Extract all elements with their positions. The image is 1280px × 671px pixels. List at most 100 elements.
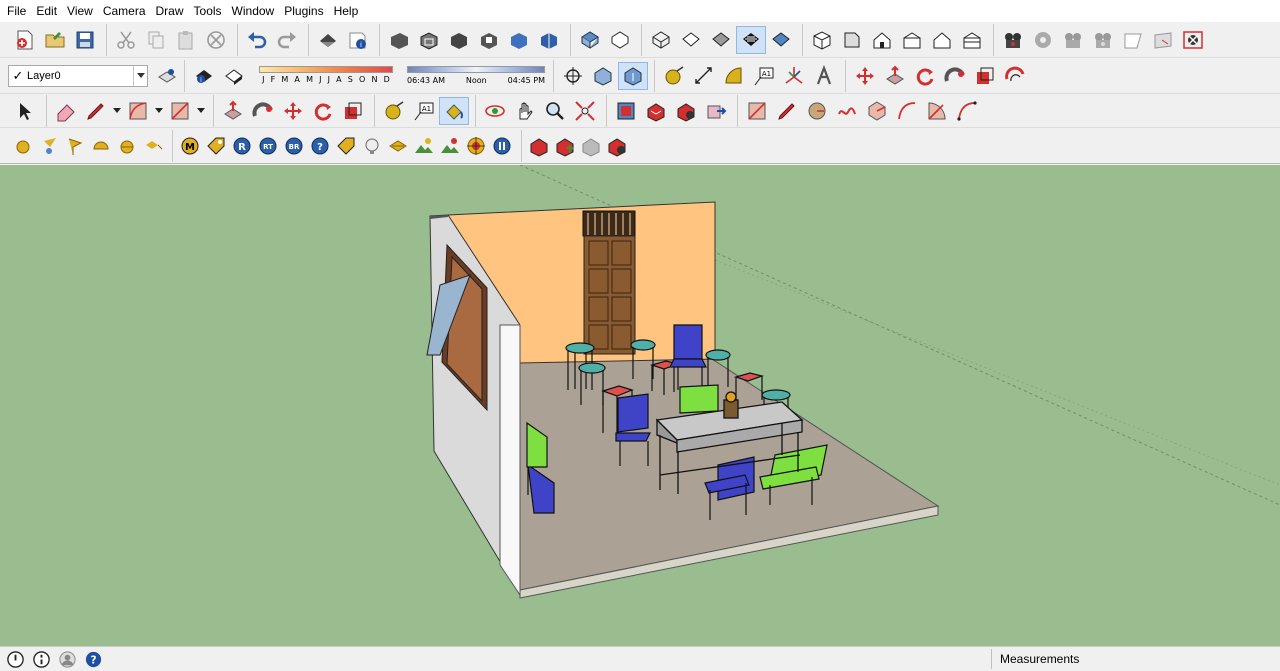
cut-icon[interactable] xyxy=(111,26,141,54)
tag-icon[interactable] xyxy=(333,132,359,160)
pan-hand-icon[interactable] xyxy=(510,97,540,125)
spot-light-icon[interactable] xyxy=(36,132,62,160)
arc-dropdown[interactable] xyxy=(153,97,165,125)
display-section-icon[interactable] xyxy=(618,61,648,90)
three-point-arc-icon[interactable] xyxy=(952,97,982,125)
model-upload-icon[interactable] xyxy=(552,132,578,160)
zoom-icon[interactable] xyxy=(540,97,570,125)
rotate-tool-icon[interactable] xyxy=(308,97,338,125)
text-label-icon[interactable]: A1 xyxy=(409,97,439,125)
move-tool-icon[interactable] xyxy=(850,62,880,90)
new-file-icon[interactable] xyxy=(10,26,40,54)
menu-plugins[interactable]: Plugins xyxy=(279,0,328,22)
shadow-date-slider[interactable]: JFMAMJJASOND xyxy=(257,62,397,90)
two-point-arc-icon[interactable] xyxy=(892,97,922,125)
hidden-line-icon[interactable] xyxy=(676,26,706,54)
area-light-icon[interactable] xyxy=(62,132,88,160)
model-viewport[interactable] xyxy=(0,165,1280,646)
menu-help[interactable]: Help xyxy=(329,0,364,22)
display-shadows-icon[interactable] xyxy=(219,62,249,90)
push-pull-tool-icon[interactable] xyxy=(218,97,248,125)
paint-bucket-icon[interactable] xyxy=(439,96,469,125)
open-folder-icon[interactable] xyxy=(40,26,70,54)
dimension-icon[interactable] xyxy=(689,62,719,90)
fog-icon[interactable] xyxy=(385,132,411,160)
text-tool-icon[interactable]: A1 xyxy=(749,62,779,90)
render-camera-icon[interactable] xyxy=(998,26,1028,54)
ies-light-icon[interactable] xyxy=(140,132,166,160)
wireframe-icon[interactable] xyxy=(646,26,676,54)
pause-icon[interactable] xyxy=(489,132,515,160)
credits-icon[interactable] xyxy=(30,648,52,670)
shaded-icon[interactable] xyxy=(706,26,736,54)
render-plane-icon[interactable] xyxy=(1118,26,1148,54)
top-view-icon[interactable] xyxy=(837,26,867,54)
model-grey-icon[interactable] xyxy=(578,132,604,160)
move-arrows-icon[interactable] xyxy=(278,97,308,125)
material-editor-icon[interactable]: M xyxy=(177,132,203,160)
intersect-icon[interactable] xyxy=(504,26,534,54)
menu-window[interactable]: Window xyxy=(227,0,280,22)
extension-warehouse-icon[interactable] xyxy=(701,97,731,125)
arc-icon[interactable] xyxy=(123,97,153,125)
orbit-icon[interactable] xyxy=(480,97,510,125)
right-view-icon[interactable] xyxy=(897,26,927,54)
left-view-icon[interactable] xyxy=(957,26,987,54)
xray-icon[interactable] xyxy=(575,26,605,54)
account-icon[interactable] xyxy=(56,648,78,670)
freehand-pencil-icon[interactable] xyxy=(772,97,802,125)
model-red-icon[interactable] xyxy=(526,132,552,160)
render-plane-alt-icon[interactable] xyxy=(1148,26,1178,54)
3d-text-icon[interactable] xyxy=(809,62,839,90)
target-icon[interactable] xyxy=(463,132,489,160)
eraser-icon[interactable] xyxy=(51,97,81,125)
model-info-icon[interactable]: i xyxy=(343,26,373,54)
tag-material-icon[interactable] xyxy=(203,132,229,160)
back-view-icon[interactable] xyxy=(927,26,957,54)
follow-me-tool-icon[interactable] xyxy=(248,97,278,125)
select-arrow-icon[interactable] xyxy=(10,97,40,125)
scale-icon[interactable] xyxy=(970,62,1000,90)
menu-file[interactable]: File xyxy=(2,0,31,22)
render-rt-icon[interactable]: RT xyxy=(255,132,281,160)
scale-tool-icon[interactable] xyxy=(338,97,368,125)
shadow-settings-icon[interactable]: i xyxy=(189,62,219,90)
geo-location-icon[interactable] xyxy=(4,648,26,670)
outer-shell-icon[interactable] xyxy=(414,26,444,54)
pie-icon[interactable] xyxy=(922,97,952,125)
menu-edit[interactable]: Edit xyxy=(31,0,62,22)
tape-tool-icon[interactable] xyxy=(379,97,409,125)
redo-icon[interactable] xyxy=(272,26,302,54)
scene-canvas[interactable] xyxy=(0,165,1280,646)
dome-light-icon[interactable] xyxy=(88,132,114,160)
back-edges-icon[interactable] xyxy=(605,26,635,54)
menu-tools[interactable]: Tools xyxy=(189,0,227,22)
split-icon[interactable] xyxy=(534,26,564,54)
front-view-icon[interactable] xyxy=(867,26,897,54)
zoom-extents-icon[interactable] xyxy=(570,97,600,125)
help-question-icon[interactable]: ? xyxy=(307,132,333,160)
menu-camera[interactable]: Camera xyxy=(98,0,151,22)
copy-icon[interactable] xyxy=(141,26,171,54)
freehand-curve-icon[interactable] xyxy=(832,97,862,125)
position-camera-icon[interactable] xyxy=(558,62,588,90)
push-pull-icon[interactable] xyxy=(880,62,910,90)
chevron-down-icon[interactable] xyxy=(133,65,147,86)
axes-icon[interactable] xyxy=(779,62,809,90)
rectangle-icon[interactable] xyxy=(165,97,195,125)
render-br-icon[interactable]: BR xyxy=(281,132,307,160)
save-icon[interactable] xyxy=(70,26,100,54)
make-component-icon[interactable] xyxy=(384,26,414,54)
render-lights-icon[interactable] xyxy=(1088,26,1118,54)
shaded-textures-icon[interactable] xyxy=(736,25,766,54)
iso-view-icon[interactable] xyxy=(807,26,837,54)
render-mats-icon[interactable] xyxy=(1058,26,1088,54)
light-bulb-icon[interactable] xyxy=(359,132,385,160)
offset-icon[interactable] xyxy=(1000,62,1030,90)
follow-me-icon[interactable] xyxy=(940,62,970,90)
circle-icon[interactable] xyxy=(802,97,832,125)
model-cam-icon[interactable] xyxy=(604,132,630,160)
print-icon[interactable] xyxy=(313,26,343,54)
polygon-icon[interactable] xyxy=(862,97,892,125)
erase-icon[interactable] xyxy=(201,26,231,54)
